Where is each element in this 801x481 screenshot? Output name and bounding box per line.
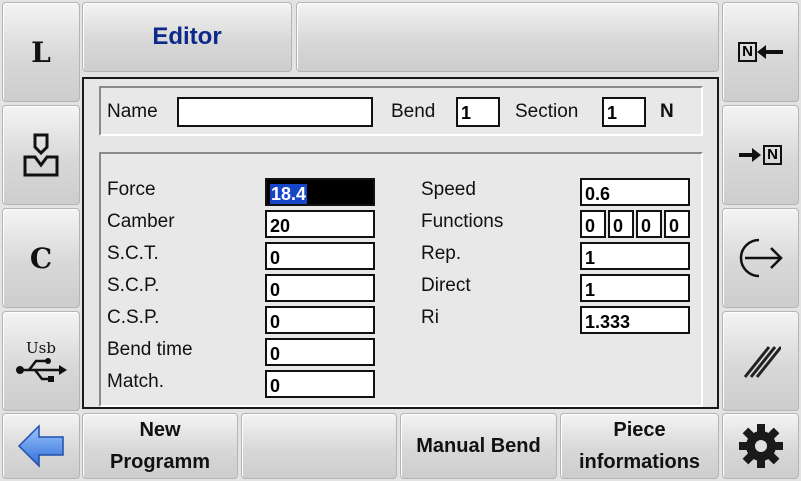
l-button[interactable]: L [2,2,80,102]
gear-icon [738,424,783,468]
manual-bend-button[interactable]: Manual Bend [400,413,557,479]
empty-bottom-button[interactable] [241,413,397,479]
page-title: Editor [152,23,222,50]
function-field-3[interactable]: 0 [636,210,662,238]
direct-field[interactable]: 1 [580,274,690,302]
n-label: N [660,101,674,122]
settings-button[interactable] [722,413,799,479]
csp-label: C.S.P. [107,307,160,328]
scp-field[interactable]: 0 [265,274,375,302]
rep-label: Rep. [421,243,462,264]
bend-time-label: Bend time [107,339,193,360]
scp-label: S.C.P. [107,275,160,296]
back-button[interactable] [2,413,80,479]
arrow-right-n-icon: N [739,145,782,165]
usb-icon [16,358,67,382]
params-panel: Force 18.4 Camber 20 S.C.T. 0 S.C.P. 0 C… [99,152,703,407]
match-field[interactable]: 0 [265,370,375,398]
sct-label: S.C.T. [107,243,159,264]
camber-field[interactable]: 20 [265,210,375,238]
section-field[interactable]: 1 [602,97,646,127]
die-icon [23,133,59,177]
match-label: Match. [107,371,165,392]
c-label: C [29,241,53,275]
new-programm-label-line1: New [139,419,181,441]
direct-label: Direct [421,275,471,296]
c-button[interactable]: C [2,208,80,308]
tab-empty[interactable] [296,2,719,72]
usb-button[interactable]: Usb [2,311,80,411]
csp-field[interactable]: 0 [265,306,375,334]
bend-label: Bend [391,101,436,122]
ri-label: Ri [421,307,439,328]
enter-button[interactable] [722,208,799,308]
insert-after-button[interactable]: N [722,105,799,205]
rep-field[interactable]: 1 [580,242,690,270]
back-arrow-icon [17,424,64,468]
editor-frame: Name Bend 1 Section 1 N Force 18.4 Cambe… [82,77,719,409]
piece-informations-label-line1: Piece [613,419,666,441]
sct-field[interactable]: 0 [265,242,375,270]
slash-icon [743,346,781,378]
speed-field[interactable]: 0.6 [580,178,690,206]
function-field-4[interactable]: 0 [664,210,690,238]
functions-label: Functions [421,211,504,232]
function-field-1[interactable]: 0 [580,210,606,238]
manual-bend-label: Manual Bend [416,435,541,457]
enter-icon [739,238,783,278]
slash-button[interactable] [722,311,799,411]
function-field-2[interactable]: 0 [608,210,634,238]
camber-label: Camber [107,211,175,232]
usb-label: Usb [26,339,56,357]
new-programm-label-line2: Programm [109,451,211,473]
piece-informations-button[interactable]: Piece informations [560,413,719,479]
l-label: L [31,35,51,69]
name-field[interactable] [177,97,373,127]
name-panel: Name Bend 1 Section 1 N [99,86,703,136]
bend-time-field[interactable]: 0 [265,338,375,366]
n-arrow-left-icon: N [738,42,783,62]
speed-label: Speed [421,179,476,200]
die-button[interactable] [2,105,80,205]
section-label: Section [515,101,579,122]
insert-before-button[interactable]: N [722,2,799,102]
bend-field[interactable]: 1 [456,97,500,127]
name-label: Name [107,101,158,122]
new-programm-button[interactable]: New Programm [82,413,238,479]
piece-informations-label-line2: informations [578,451,701,473]
ri-field[interactable]: 1.333 [580,306,690,334]
force-label: Force [107,179,156,200]
force-field[interactable]: 18.4 [265,178,375,206]
